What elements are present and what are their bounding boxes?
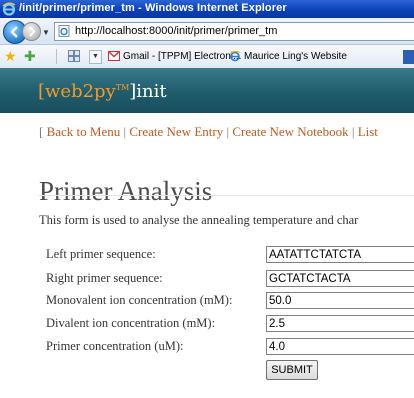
left-primer-label: Left primer sequence: xyxy=(46,247,156,261)
quick-tabs-icon[interactable] xyxy=(68,50,80,62)
internet-explorer-icon xyxy=(2,2,16,16)
favorite-link-label: Gmail - [TPPM] Electroni... xyxy=(123,51,242,62)
divalent-input[interactable] xyxy=(266,315,414,332)
gmail-icon xyxy=(108,51,120,62)
title-divider xyxy=(39,195,414,196)
favorites-bar: ★ ✚ ▼ Gmail - [TPPM] Electroni... Mauric… xyxy=(0,45,414,69)
menu-back-to-menu[interactable]: Back to Menu xyxy=(47,124,121,139)
right-primer-label: Right primer sequence: xyxy=(46,271,163,285)
monovalent-label: Monovalent ion concentration (mM): xyxy=(46,293,233,307)
forward-arrow-icon xyxy=(29,26,36,37)
right-primer-input[interactable] xyxy=(266,270,414,287)
tab-list-dropdown-icon[interactable]: ▼ xyxy=(89,50,102,64)
add-favorites-icon[interactable]: ✚ xyxy=(24,49,36,63)
page-icon xyxy=(58,25,70,37)
left-primer-input[interactable] xyxy=(266,246,414,263)
divalent-label: Divalent ion concentration (mM): xyxy=(46,316,216,330)
primer-concentration-input[interactable] xyxy=(266,338,414,355)
favorite-link-label: Maurice Ling's Website xyxy=(244,51,347,62)
site-header: [web2pyTM]init xyxy=(0,68,414,113)
menu-create-new-entry[interactable]: Create New Entry xyxy=(129,124,223,139)
recent-pages-dropdown-icon[interactable]: ▼ xyxy=(42,28,50,37)
toolbar-separator xyxy=(56,49,57,64)
form-row-primer-conc: Primer concentration (uM): xyxy=(46,337,414,357)
form-row-right-primer: Right primer sequence: xyxy=(46,269,414,289)
forward-button[interactable] xyxy=(22,22,41,41)
address-field[interactable]: http://localhost:8000/init/primer/primer… xyxy=(54,22,414,41)
intro-text: This form is used to analyse the anneali… xyxy=(39,213,359,227)
url-text: http://localhost:8000/init/primer/primer… xyxy=(75,25,278,37)
site-logo[interactable]: [web2pyTM]init xyxy=(38,81,167,102)
monovalent-input[interactable] xyxy=(266,292,414,309)
favorite-link-gmail[interactable]: Gmail - [TPPM] Electroni... xyxy=(108,49,241,65)
favorites-star-icon[interactable]: ★ xyxy=(4,49,17,63)
menu-list[interactable]: List xyxy=(358,124,378,139)
menu-create-new-notebook[interactable]: Create New Notebook xyxy=(232,124,348,139)
form-row-monovalent: Monovalent ion concentration (mM): xyxy=(46,291,414,311)
form-row-left-primer: Left primer sequence: xyxy=(46,245,414,265)
app-menu: [ Back to Menu | Create New Entry | Crea… xyxy=(39,124,378,139)
ie-page-icon xyxy=(229,51,241,62)
favorite-link-maurice-ling[interactable]: Maurice Ling's Website xyxy=(229,49,347,65)
primer-concentration-label: Primer concentration (uM): xyxy=(46,339,184,353)
form-row-divalent: Divalent ion concentration (mM): xyxy=(46,314,414,334)
page-title: Primer Analysis xyxy=(39,176,213,207)
window-title: /init/primer/primer_tm - Windows Interne… xyxy=(19,2,287,14)
more-favorites-icon[interactable] xyxy=(403,50,414,64)
submit-button[interactable]: SUBMIT xyxy=(266,360,318,380)
address-toolbar: ▼ http://localhost:8000/init/primer/prim… xyxy=(0,18,414,45)
window-title-bar[interactable]: /init/primer/primer_tm - Windows Interne… xyxy=(0,0,414,18)
